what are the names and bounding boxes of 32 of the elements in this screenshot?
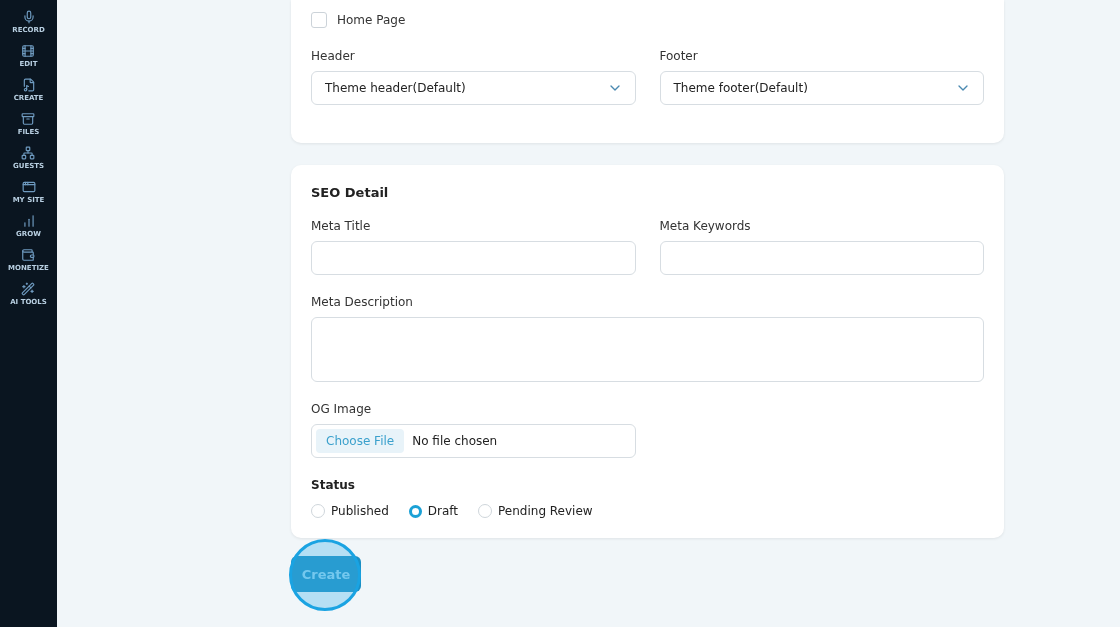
input-field[interactable]: [659, 241, 984, 275]
checkbox-label: Home Page: [337, 13, 406, 27]
network-icon: [21, 146, 36, 160]
select-field[interactable]: Theme footer(Default): [659, 71, 984, 105]
film-icon: [21, 44, 36, 58]
radio-button[interactable]: [478, 504, 493, 518]
archive-icon: [21, 112, 36, 126]
microphone-icon: [21, 10, 36, 24]
field-label: Status: [311, 478, 356, 492]
magic-wand-icon: [21, 282, 36, 296]
field-label: Header: [311, 49, 356, 63]
checkbox[interactable]: [311, 12, 327, 28]
radio-option[interactable]: Draft: [408, 504, 459, 518]
input-field[interactable]: [311, 241, 636, 275]
textarea-field[interactable]: [311, 317, 984, 382]
radio-button[interactable]: [408, 504, 422, 518]
file-input[interactable]: Choose File No file chosen: [311, 424, 636, 458]
bar-chart-icon: [21, 214, 36, 228]
radio-option[interactable]: Pending Review: [478, 504, 593, 518]
field-label: Footer: [659, 49, 699, 63]
window-icon: [21, 180, 36, 194]
radio-button[interactable]: [311, 504, 325, 518]
file-status: No file chosen: [412, 434, 498, 448]
radio-option[interactable]: Published: [311, 504, 389, 518]
field-label: Meta Title: [311, 219, 372, 233]
wallet-icon: [21, 248, 36, 262]
field-label: OG Image: [311, 402, 373, 416]
music-file-icon: [21, 78, 36, 92]
select-field[interactable]: Theme header(Default): [311, 71, 636, 105]
field-label: Meta Description: [311, 295, 414, 309]
section-title: SEO Detail: [311, 185, 390, 201]
field-label: Meta Keywords: [659, 219, 752, 233]
